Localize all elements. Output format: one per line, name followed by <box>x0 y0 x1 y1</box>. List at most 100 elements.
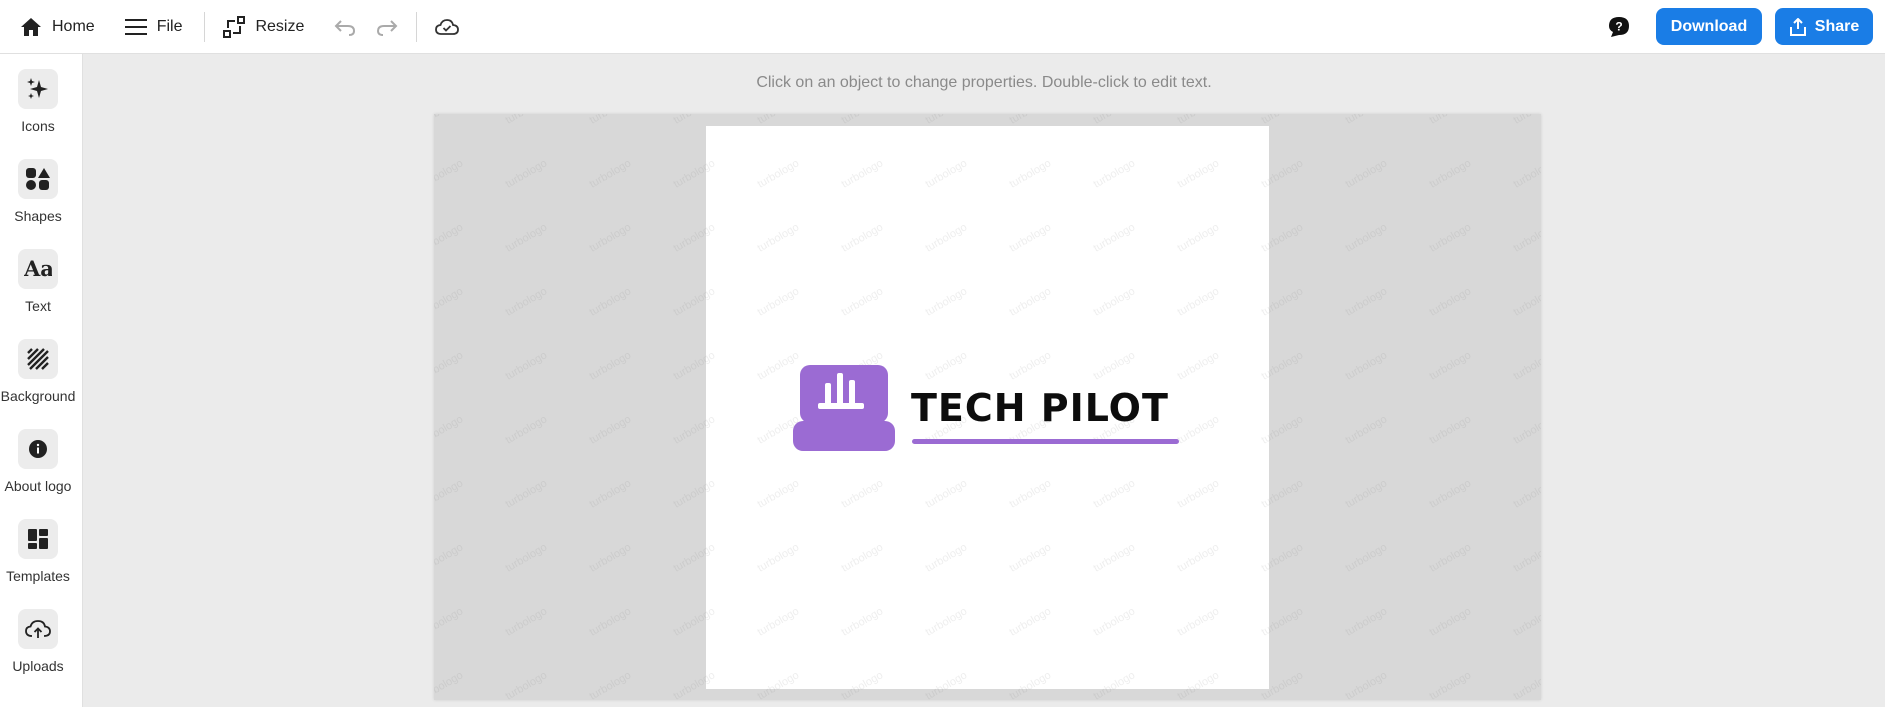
watermark-text: turbologo <box>1260 114 1306 127</box>
info-icon <box>29 440 47 458</box>
share-label: Share <box>1814 17 1860 35</box>
watermark-text: turbologo <box>1008 114 1054 127</box>
help-button[interactable]: ? <box>1600 7 1638 47</box>
watermark-text: turbologo <box>1428 541 1474 574</box>
watermark-text: turbologo <box>588 285 634 318</box>
watermark-text: turbologo <box>504 669 550 700</box>
watermark-text: turbologo <box>1512 157 1542 190</box>
watermark-text: turbologo <box>588 221 634 254</box>
sidebar-icon-box: Aa <box>18 249 58 289</box>
watermark-text: turbologo <box>434 349 465 382</box>
sidebar-icon-box <box>18 429 58 469</box>
sidebar-item-text[interactable]: Aa Text <box>0 249 76 314</box>
watermark-text: turbologo <box>504 477 550 510</box>
templates-grid-icon <box>28 529 48 549</box>
watermark-text: turbologo <box>588 669 634 700</box>
watermark-text: turbologo <box>504 157 550 190</box>
svg-text:?: ? <box>1615 19 1622 33</box>
watermark-text: turbologo <box>1512 285 1542 318</box>
sidebar-item-templates[interactable]: Templates <box>0 519 76 584</box>
watermark-text: turbologo <box>588 349 634 382</box>
download-button[interactable]: Download <box>1656 8 1762 45</box>
sidebar-item-label: About logo <box>4 478 72 494</box>
left-sidebar: Icons Shapes Aa Text Background About lo… <box>0 54 83 707</box>
watermark-text: turbologo <box>434 669 465 700</box>
watermark-text: turbologo <box>756 114 802 127</box>
watermark-text: turbologo <box>588 413 634 446</box>
download-label: Download <box>1670 17 1748 35</box>
menu-icon <box>124 18 147 35</box>
watermark-text: turbologo <box>1344 605 1390 638</box>
undo-icon <box>334 19 356 36</box>
watermark-text: turbologo <box>1428 221 1474 254</box>
watermark-text: turbologo <box>1512 477 1542 510</box>
watermark-text: turbologo <box>434 477 465 510</box>
undo-button[interactable] <box>326 7 364 47</box>
watermark-text: turbologo <box>1344 669 1390 700</box>
watermark-text: turbologo <box>1428 349 1474 382</box>
watermark-text: turbologo <box>1344 541 1390 574</box>
watermark-text: turbologo <box>434 285 465 318</box>
watermark-text: turbologo <box>1428 157 1474 190</box>
watermark-text: turbologo <box>1428 669 1474 700</box>
text-aa-icon: Aa <box>24 258 52 280</box>
watermark-text: turbologo <box>1512 413 1542 446</box>
watermark-text: turbologo <box>504 605 550 638</box>
sidebar-item-about-logo[interactable]: About logo <box>0 429 76 494</box>
sidebar-item-label: Text <box>25 298 51 314</box>
watermark-text: turbologo <box>504 413 550 446</box>
sidebar-item-uploads[interactable]: Uploads <box>0 609 76 674</box>
share-button[interactable]: Share <box>1775 8 1873 45</box>
watermark-text: turbologo <box>434 157 465 190</box>
watermark-text: turbologo <box>840 114 886 127</box>
top-toolbar: Home File Resize ? Download Share <box>0 0 1885 54</box>
watermark-text: turbologo <box>1428 114 1474 127</box>
background-stripes-icon <box>27 348 49 370</box>
resize-button[interactable]: Resize <box>215 7 312 47</box>
watermark-text: turbologo <box>672 114 718 127</box>
logo-text[interactable]: TECH PILOT <box>911 386 1169 430</box>
sidebar-item-label: Icons <box>21 118 55 134</box>
home-icon <box>21 17 41 36</box>
watermark-text: turbologo <box>1428 413 1474 446</box>
watermark-text: turbologo <box>588 114 634 127</box>
sidebar-item-icons[interactable]: Icons <box>0 69 76 134</box>
watermark-text: turbologo <box>434 221 465 254</box>
cloud-check-icon <box>435 18 460 35</box>
sidebar-item-background[interactable]: Background <box>0 339 76 404</box>
redo-button[interactable] <box>368 7 406 47</box>
cloud-save-button[interactable] <box>427 7 467 47</box>
resize-icon <box>223 15 246 38</box>
home-label: Home <box>52 17 95 35</box>
watermark-text: turbologo <box>504 349 550 382</box>
watermark-text: turbologo <box>1428 605 1474 638</box>
watermark-text: turbologo <box>588 157 634 190</box>
watermark-text: turbologo <box>504 285 550 318</box>
watermark-text: turbologo <box>924 114 970 127</box>
svg-text:Aa: Aa <box>24 258 52 280</box>
home-button[interactable]: Home <box>12 7 103 47</box>
sidebar-item-label: Templates <box>6 568 70 584</box>
share-upload-icon <box>1789 17 1806 36</box>
file-menu-button[interactable]: File <box>117 7 191 47</box>
watermark-text: turbologo <box>588 477 634 510</box>
watermark-text: turbologo <box>504 541 550 574</box>
watermark-text: turbologo <box>1344 114 1390 127</box>
watermark-text: turbologo <box>1512 114 1542 127</box>
sidebar-icon-box <box>18 69 58 109</box>
sidebar-icon-box <box>18 519 58 559</box>
watermark-text: turbologo <box>434 605 465 638</box>
sidebar-icon-box <box>18 159 58 199</box>
sparkles-icon <box>27 78 48 99</box>
watermark-text: turbologo <box>1512 669 1542 700</box>
watermark-text: turbologo <box>1428 477 1474 510</box>
watermark-text: turbologo <box>1512 605 1542 638</box>
watermark-text: turbologo <box>1512 349 1542 382</box>
redo-icon <box>377 19 398 36</box>
sidebar-item-shapes[interactable]: Shapes <box>0 159 76 224</box>
shapes-icon <box>26 168 50 190</box>
watermark-text: turbologo <box>1512 221 1542 254</box>
watermark-text: turbologo <box>504 114 550 127</box>
sidebar-icon-box <box>18 339 58 379</box>
watermark-text: turbologo <box>1344 413 1390 446</box>
